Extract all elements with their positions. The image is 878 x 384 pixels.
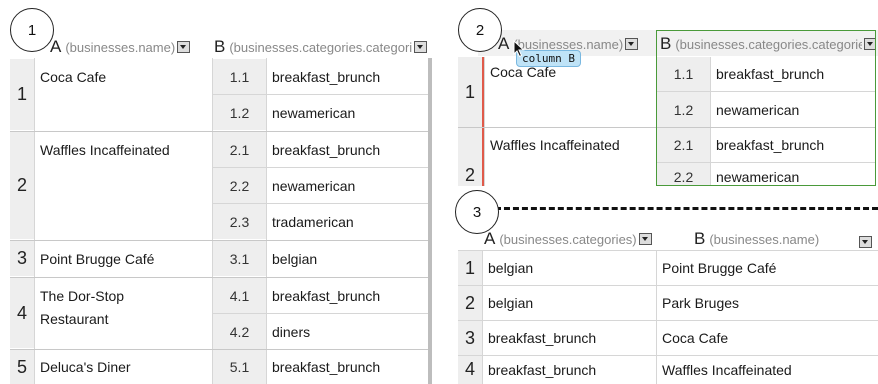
column-b-header[interactable]: B (businesses.name) (694, 229, 878, 249)
category-cell[interactable]: belgian (482, 286, 656, 320)
business-name-cell[interactable]: Point Brugge Café (656, 251, 876, 285)
nested-index: 4.1 (213, 278, 266, 313)
category-cell[interactable]: breakfast_brunch (266, 350, 428, 384)
column-b-header[interactable]: B (businesses.categories.categories) (214, 37, 430, 57)
business-name-cell[interactable]: Park Bruges (656, 286, 876, 320)
row-number: 3 (458, 321, 482, 355)
row-number: 2 (458, 128, 482, 186)
category-cell[interactable]: newamerican (266, 95, 428, 130)
row-number: 2 (458, 286, 482, 320)
grid-line (34, 58, 35, 384)
column-a-name: (businesses.categories) (499, 231, 637, 247)
business-name-cell[interactable]: Deluca's Diner (34, 350, 212, 384)
nested-index: 2.3 (213, 204, 266, 239)
nested-index: 1.1 (213, 59, 266, 94)
drag-tooltip: column B (516, 50, 581, 67)
category-cell[interactable]: breakfast_brunch (266, 59, 428, 94)
business-name-cell[interactable]: Waffles Incaffeinated (656, 356, 876, 384)
nested-index: 4.2 (213, 314, 266, 349)
column-b-dropdown-icon[interactable] (859, 235, 872, 248)
grid-line (213, 313, 428, 314)
column-a-header[interactable]: A (businesses.categories) (484, 229, 656, 249)
nested-index: 2.2 (213, 168, 266, 203)
business-name-cell[interactable]: Waffles Incaffeinated (484, 128, 656, 162)
column-a-name: (businesses.name) (65, 39, 176, 55)
step-marker-2: 2 (458, 8, 502, 52)
column-a-letter: A (50, 37, 62, 56)
column-a-dropdown-icon[interactable] (638, 233, 652, 245)
category-cell[interactable]: tradamerican (266, 204, 428, 239)
row-number: 2 (10, 132, 34, 239)
category-cell[interactable]: breakfast_brunch (266, 278, 428, 313)
row-number: 1 (458, 251, 482, 285)
mouse-cursor-icon (513, 40, 525, 58)
column-a-header[interactable]: A (businesses.name) (50, 37, 210, 57)
nested-index: 2.1 (213, 132, 266, 167)
row-number: 5 (10, 350, 34, 384)
row-number: 4 (10, 278, 34, 348)
grid-line (213, 167, 428, 168)
column-b-dropdown-icon[interactable] (414, 41, 428, 53)
column-b-name: (businesses.name) (709, 231, 820, 247)
business-name-cell[interactable]: The Dor-Stop Restaurant (34, 285, 184, 329)
category-cell[interactable]: diners (266, 314, 428, 349)
category-cell[interactable]: breakfast_brunch (266, 132, 428, 167)
category-cell[interactable]: breakfast_brunch (482, 321, 656, 355)
category-cell[interactable]: newamerican (266, 168, 428, 203)
column-a-dropdown-icon[interactable] (177, 41, 191, 53)
row-number: 1 (10, 59, 34, 130)
business-name-cell[interactable]: Waffles Incaffeinated (34, 132, 212, 168)
step-marker-1: 1 (10, 8, 54, 52)
panel-3: 3 A (businesses.categories) B (businesse… (0, 0, 878, 384)
business-name-cell[interactable]: Coca Cafe (656, 321, 876, 355)
grid-line (213, 203, 428, 204)
column-b-letter: B (694, 229, 706, 248)
row-number: 3 (10, 241, 34, 276)
panel-separator-area (462, 186, 878, 222)
scrollbar[interactable] (428, 58, 432, 384)
row-number: 1 (458, 57, 482, 127)
selected-column-outline (656, 30, 876, 186)
business-name-cell[interactable]: Point Brugge Café (34, 241, 212, 276)
column-b-name: (businesses.categories.categories) (229, 39, 413, 55)
nested-index: 1.2 (213, 95, 266, 130)
grid-line (213, 94, 428, 95)
nested-index: 5.1 (213, 350, 266, 384)
column-b-letter: B (214, 37, 226, 56)
category-cell[interactable]: breakfast_brunch (482, 356, 656, 384)
dashed-separator (495, 207, 878, 210)
column-a-dropdown-icon[interactable] (625, 38, 639, 50)
category-cell[interactable]: belgian (482, 251, 656, 285)
category-cell[interactable]: belgian (266, 241, 428, 276)
business-name-cell[interactable]: Coca Cafe (34, 59, 212, 95)
row-number: 4 (458, 356, 482, 384)
nested-index: 3.1 (213, 241, 266, 276)
step-marker-3: 3 (455, 190, 499, 234)
